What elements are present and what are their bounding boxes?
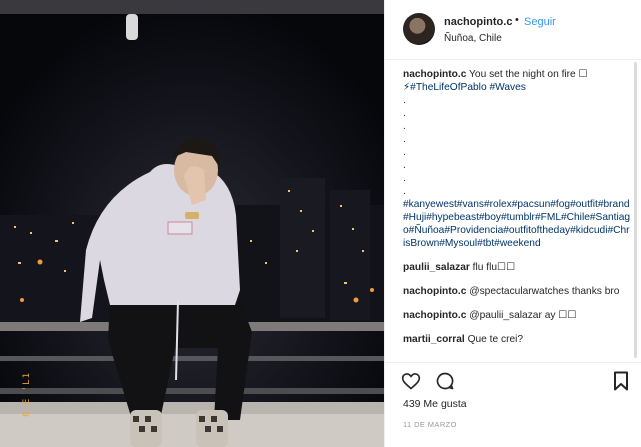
likes-count[interactable]: 439 Me gusta	[403, 398, 467, 410]
bookmark-icon[interactable]	[613, 371, 629, 394]
avatar[interactable]	[403, 13, 435, 45]
comment-text: flu flu☐☐	[472, 262, 516, 273]
comment-icon[interactable]	[435, 371, 455, 394]
comment-text: @paulii_salazar ay ☐☐	[469, 310, 577, 321]
comment-text: @spectacularwatches thanks bro	[469, 286, 620, 297]
caption-username[interactable]: nachopinto.c	[403, 69, 466, 80]
instagram-post: 8 E 'L1 nachopinto.c • Seguir Ñuñoa, Chi…	[0, 0, 641, 447]
caption-dot: .	[403, 95, 406, 106]
post-actions: 439 Me gusta 11 DE MARZO	[385, 362, 641, 447]
heart-icon[interactable]	[401, 371, 421, 394]
comment: martii_corral Que te crei?	[403, 333, 631, 346]
comment-text: Que te crei?	[467, 334, 524, 345]
caption-tags[interactable]: ⚡#TheLifeOfPablo #Waves	[403, 82, 526, 93]
caption-dot: .	[403, 147, 406, 158]
comment-username[interactable]: nachopinto.c	[403, 286, 466, 297]
comment: paulii_salazar flu flu☐☐	[403, 261, 631, 274]
comment: nachopinto.c @paulii_salazar ay ☐☐	[403, 309, 631, 322]
post-photo[interactable]: 8 E 'L1	[0, 0, 384, 447]
header-username[interactable]: nachopinto.c	[444, 16, 512, 28]
post-sidebar: nachopinto.c • Seguir Ñuñoa, Chile nacho…	[384, 0, 641, 447]
comment: nachopinto.c @spectacularwatches thanks …	[403, 285, 631, 298]
photo-date-stamp: 8 E 'L1	[22, 372, 32, 417]
comment-username[interactable]: martii_corral	[403, 334, 465, 345]
caption-dot: .	[403, 160, 406, 171]
caption-dot: .	[403, 121, 406, 132]
caption-text: You set the night on fire ☐	[469, 69, 588, 80]
comment-username[interactable]: paulii_salazar	[403, 262, 470, 273]
comments-scrollbar[interactable]	[634, 62, 637, 358]
location-link[interactable]: Ñuñoa, Chile	[444, 33, 502, 44]
caption-hashtags[interactable]: #kanyewest#vans#rolex#pacsun#fog#outfit#…	[403, 199, 630, 249]
caption-dot: .	[403, 186, 406, 197]
post-timestamp[interactable]: 11 DE MARZO	[403, 420, 457, 429]
night-city-photo	[0, 0, 384, 447]
caption-dot: .	[403, 173, 406, 184]
separator-dot: •	[515, 14, 519, 26]
post-header: nachopinto.c • Seguir Ñuñoa, Chile	[385, 0, 641, 60]
follow-button[interactable]: Seguir	[524, 16, 556, 28]
comments-list[interactable]: nachopinto.c You set the night on fire ☐…	[403, 68, 631, 362]
caption-dot: .	[403, 108, 406, 119]
caption-dots: . . . . . . . .	[403, 94, 631, 198]
caption: nachopinto.c You set the night on fire ☐…	[403, 68, 631, 250]
comment-username[interactable]: nachopinto.c	[403, 310, 466, 321]
caption-dot: .	[403, 134, 406, 145]
